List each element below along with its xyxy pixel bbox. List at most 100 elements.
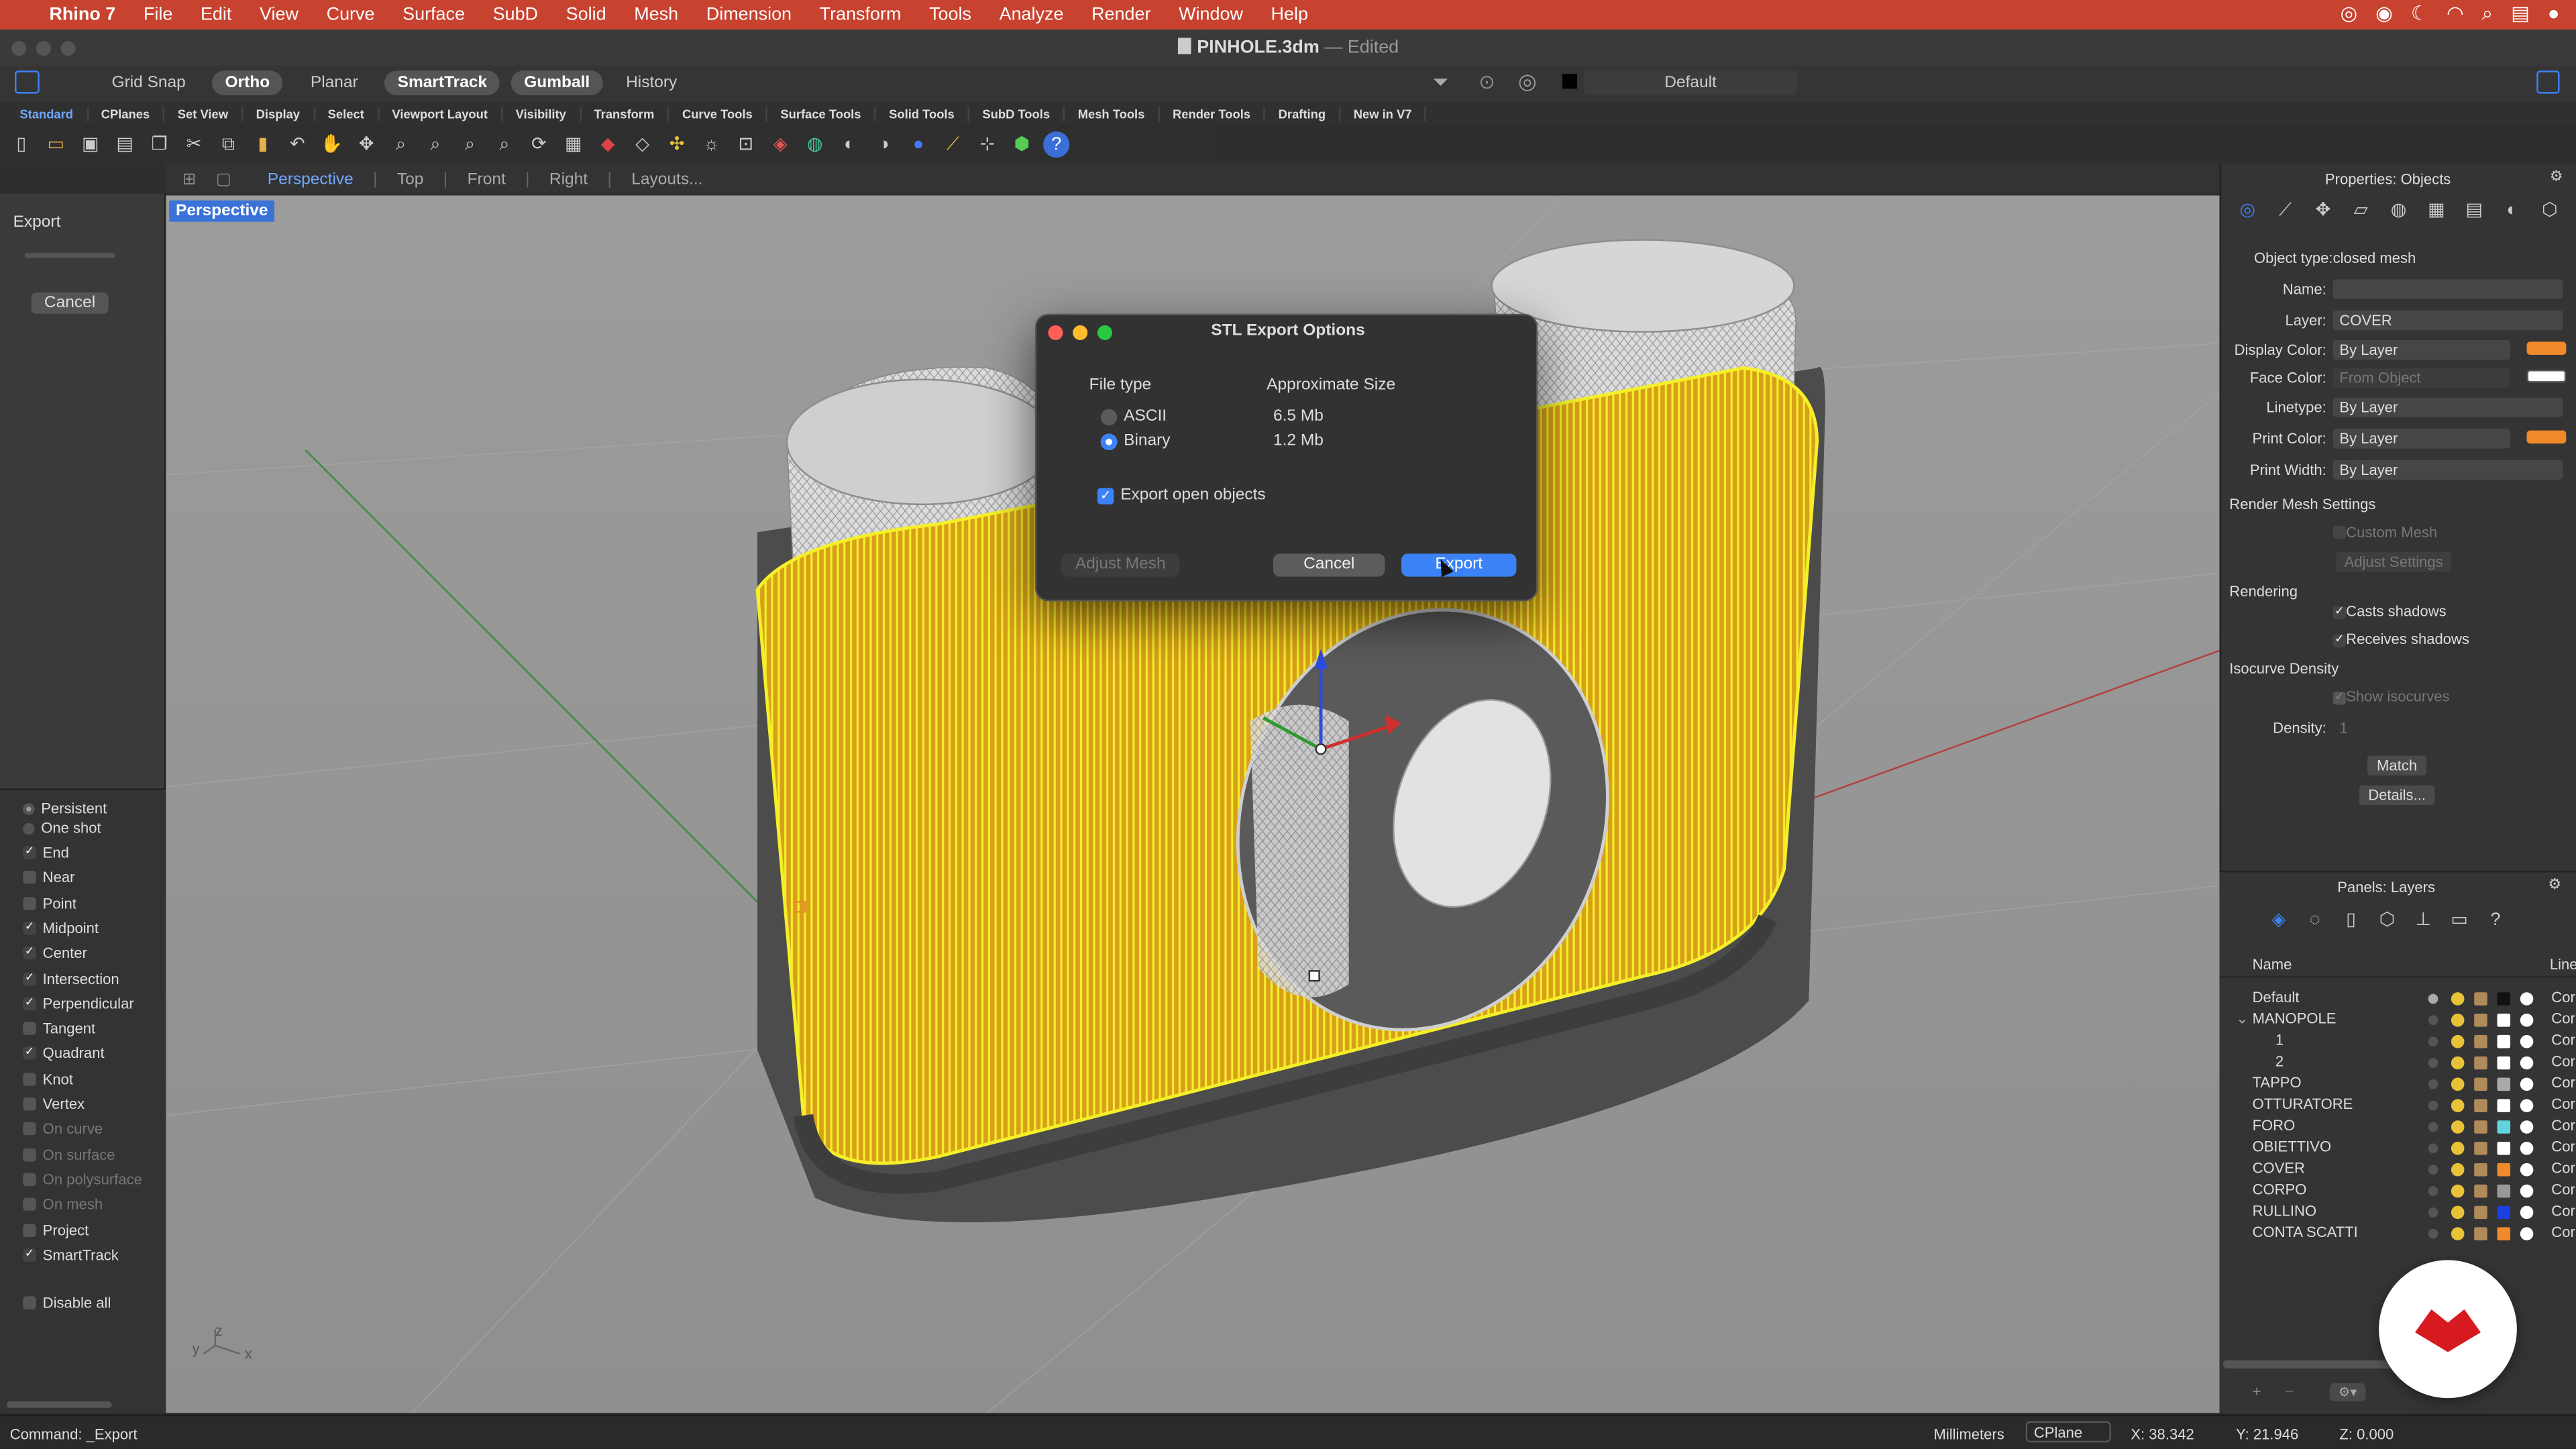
light-icon[interactable]: ☼ [698, 131, 724, 158]
display-color-select[interactable]: By Layer [2332, 339, 2511, 360]
vp-tab-right[interactable]: Right [530, 170, 608, 188]
material-icon[interactable] [2520, 1184, 2534, 1198]
layer-name[interactable]: Default [2253, 987, 2300, 1009]
osnap-on-polysurface[interactable]: On polysurface [23, 1171, 142, 1187]
menu-file[interactable]: File [144, 5, 172, 24]
osnap-checkbox[interactable]: ✓ [23, 997, 36, 1010]
current-layer-indicator[interactable] [2428, 1143, 2438, 1154]
tab-new-in-v7[interactable]: New in V7 [1340, 105, 1427, 121]
osnap-knot[interactable]: Knot [23, 1071, 73, 1087]
layer-row[interactable]: TAPPO Cor [2220, 1073, 2576, 1094]
lightbulb-icon[interactable] [2451, 992, 2465, 1006]
osnap-checkbox[interactable] [23, 1072, 36, 1086]
zoom-icon[interactable]: ⌕ [388, 131, 414, 158]
print-width-select[interactable]: By Layer [2332, 460, 2563, 480]
menu-transform[interactable]: Transform [820, 5, 902, 24]
lock-icon[interactable] [2474, 1184, 2487, 1198]
render-color-icon[interactable]: ◍ [802, 131, 828, 158]
osnap-end[interactable]: ✓ End [23, 845, 69, 861]
osnap-checkbox[interactable]: ✓ [23, 971, 36, 985]
tab-display[interactable]: Display [243, 105, 315, 121]
viewport-label[interactable]: Perspective [169, 200, 275, 222]
lock-icon[interactable]: ⊡ [733, 131, 759, 158]
tab-select[interactable]: Select [315, 105, 379, 121]
lock-icon[interactable] [2474, 1120, 2487, 1134]
display-icon[interactable]: ▭ [2447, 907, 2473, 933]
history-toggle[interactable]: History [612, 70, 690, 95]
details-button[interactable]: Details... [2359, 785, 2435, 806]
export-open-checkbox[interactable]: ✓ [1097, 488, 1114, 504]
material-icon[interactable] [2520, 1120, 2534, 1134]
shadow-icon[interactable]: ◐ [2499, 197, 2525, 223]
notes-icon[interactable]: ▯ [2338, 907, 2364, 933]
layer-color-swatch[interactable] [2497, 1077, 2511, 1091]
gumball-properties-icon[interactable]: ✥ [2310, 197, 2336, 223]
osnap-icon[interactable]: ⊙ [1479, 70, 1495, 93]
menu-analyze[interactable]: Analyze [1000, 5, 1064, 24]
layer-icon[interactable]: ◈ [767, 131, 794, 158]
paste-icon[interactable]: ▮ [250, 131, 276, 158]
persistent-radio[interactable] [23, 802, 35, 814]
menu-dimension[interactable]: Dimension [706, 5, 792, 24]
help-icon[interactable]: ? [1043, 131, 1070, 158]
creative-cloud-icon[interactable]: ◎ [2340, 1, 2357, 26]
zoom-window-icon[interactable]: ⌕ [422, 131, 448, 158]
viewport-layout-icon[interactable]: ⊞ [182, 170, 197, 188]
layer-color-swatch[interactable] [2497, 1034, 2511, 1049]
lightbulb-icon[interactable] [2451, 1077, 2465, 1091]
network-icon[interactable]: ⬢ [1009, 131, 1035, 158]
lightbulb-icon[interactable] [2451, 1205, 2465, 1220]
osnap-center[interactable]: ✓ Center [23, 945, 87, 961]
current-layer-indicator[interactable] [2428, 1165, 2438, 1175]
binary-radio[interactable] [1100, 433, 1118, 451]
search-icon[interactable]: ⌕ [2482, 1, 2493, 26]
show-isocurves-checkbox[interactable]: ✓ [2332, 692, 2347, 705]
vp-tab-top[interactable]: Top [378, 170, 443, 188]
menu-tools[interactable]: Tools [929, 5, 971, 24]
layers-icon[interactable]: ◈ [2265, 907, 2292, 933]
print-color-swatch[interactable] [2526, 430, 2567, 444]
lock-icon[interactable] [2474, 1077, 2487, 1091]
current-layer-indicator[interactable] [2428, 1058, 2438, 1068]
osnap-quadrant[interactable]: ✓ Quadrant [23, 1046, 105, 1062]
osnap-on-surface[interactable]: On surface [23, 1146, 115, 1163]
layer-row[interactable]: RULLINO Cor [2220, 1201, 2576, 1222]
layer-row[interactable]: 1 Cor [2220, 1030, 2576, 1052]
one-shot-radio[interactable] [23, 822, 35, 834]
layer-color-swatch[interactable] [2497, 1184, 2511, 1198]
face-color-select[interactable]: From Object [2332, 368, 2511, 388]
properties-gear-icon[interactable]: ⚙ [2550, 168, 2563, 186]
osnap-intersection[interactable]: ✓ Intersection [23, 970, 119, 987]
material-icon[interactable] [2520, 1163, 2534, 1177]
print-color-select[interactable]: By Layer [2332, 429, 2511, 449]
tab-curve-tools[interactable]: Curve Tools [669, 105, 767, 121]
layer-row[interactable]: MANOPOLE ⌄ Cor [2220, 1009, 2576, 1030]
gumball-icon[interactable]: ⊹ [974, 131, 1000, 158]
tab-cplanes[interactable]: CPlanes [88, 105, 165, 121]
menu-solid[interactable]: Solid [566, 5, 606, 24]
smarttrack-toggle[interactable]: SmartTrack [384, 70, 500, 96]
linetype-value[interactable]: Cor [2551, 1159, 2575, 1180]
material-icon[interactable] [2520, 1099, 2534, 1112]
menu-curve[interactable]: Curve [327, 5, 375, 24]
layer-color-swatch[interactable] [2497, 1142, 2511, 1155]
osnap-checkbox[interactable] [23, 1097, 36, 1111]
osnap-checkbox[interactable]: ✓ [23, 921, 36, 935]
render-sphere-icon[interactable]: ◐ [837, 131, 863, 158]
layer-color-swatch[interactable] [2497, 1014, 2511, 1027]
lightbulb-icon[interactable] [2451, 1227, 2465, 1240]
tab-surface-tools[interactable]: Surface Tools [767, 105, 876, 121]
tab-solid-tools[interactable]: Solid Tools [876, 105, 969, 121]
density-input[interactable]: 1 [2332, 718, 2563, 738]
material-icon[interactable] [2520, 1034, 2534, 1049]
curve-properties-icon[interactable]: ⟋ [2272, 197, 2298, 223]
adjust-mesh-button[interactable]: Adjust Mesh [1061, 553, 1180, 577]
tab-mesh-tools[interactable]: Mesh Tools [1065, 105, 1160, 121]
zoom-window-button[interactable] [60, 41, 76, 56]
osnap-checkbox[interactable]: ✓ [23, 947, 36, 960]
osnap-near[interactable]: Near [23, 869, 74, 886]
grip-point-lens[interactable] [1308, 970, 1320, 982]
zoom-extents-icon[interactable]: ⌕ [457, 131, 483, 158]
layer-name[interactable]: CONTA SCATTI [2253, 1222, 2358, 1244]
lightbulb-icon[interactable] [2451, 1184, 2465, 1198]
